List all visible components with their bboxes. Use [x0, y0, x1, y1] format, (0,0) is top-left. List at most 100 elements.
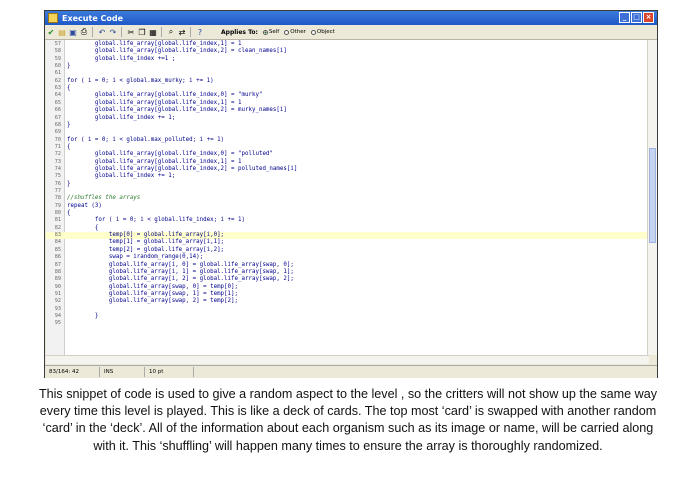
radio-indicator: [262, 29, 268, 35]
line-number: 77: [54, 188, 61, 194]
code-line[interactable]: 67 global.life_index += 1;: [46, 115, 649, 122]
code-line[interactable]: 73 global.life_array[global.life_index,1…: [46, 159, 649, 166]
code-line[interactable]: 59 global.life_index +=1 ;: [46, 56, 649, 63]
code-line[interactable]: 83 temp[0] = global.life_array[i,0];: [46, 232, 649, 240]
code-line[interactable]: 69: [46, 129, 649, 136]
code-line[interactable]: 71 {: [46, 144, 649, 151]
line-code: {: [67, 224, 99, 231]
radio-label: Object: [316, 29, 335, 35]
code-line[interactable]: 70 for ( i = 0; i < global.max_polluted; …: [46, 137, 649, 144]
redo-icon[interactable]: ↷: [108, 27, 118, 37]
line-code: temp[1] = global.life_array[i,1];: [67, 239, 225, 246]
open-folder-icon[interactable]: ▤: [57, 27, 67, 37]
code-line[interactable]: 80 {: [46, 210, 649, 217]
code-line[interactable]: 94 }: [46, 313, 649, 320]
toolbar-separator: [121, 27, 122, 37]
line-number: 79: [54, 202, 61, 209]
line-number: 94: [54, 312, 61, 319]
code-line[interactable]: 66 global.life_array[global.life_index,2…: [46, 107, 649, 114]
code-line[interactable]: 57 global.life_array[global.life_index,1…: [46, 41, 649, 48]
insert-mode: INS: [100, 367, 145, 377]
scrollbar-thumb[interactable]: [649, 148, 656, 243]
line-number: 89: [54, 276, 61, 283]
code-line[interactable]: 90 global.life_array[swap, 0] = temp[0];: [46, 284, 649, 291]
radio-label: Other: [290, 29, 306, 35]
code-line[interactable]: 75 global.life_index += 1;: [46, 173, 649, 180]
code-line[interactable]: 74 global.life_array[global.life_index,2…: [46, 166, 649, 173]
vertical-scrollbar[interactable]: [647, 40, 657, 355]
code-line[interactable]: 85 temp[2] = global.life_array[i,2];: [46, 247, 649, 254]
code-line[interactable]: 79 repeat (3): [46, 203, 649, 210]
cut-icon[interactable]: ✂: [126, 27, 136, 37]
code-line[interactable]: 58 global.life_array[global.life_index,2…: [46, 48, 649, 55]
radio-indicator: [284, 29, 290, 35]
code-line[interactable]: 65 global.life_array[global.life_index,1…: [46, 100, 649, 107]
code-line[interactable]: 63 {: [46, 85, 649, 92]
code-line[interactable]: 92 global.life_array[swap, 2] = temp[2];: [46, 298, 649, 305]
window-controls: _ □ ×: [619, 12, 654, 23]
save-icon[interactable]: ▣: [68, 27, 78, 37]
code-line[interactable]: 91 global.life_array[swap, 1] = temp[1];: [46, 291, 649, 298]
minimize-button[interactable]: _: [619, 12, 630, 23]
code-line[interactable]: 62 for ( i = 0; i < global.max_murky; i +…: [46, 78, 649, 85]
line-number: 93: [54, 305, 61, 312]
toolbar-separator: [190, 27, 191, 37]
code-line[interactable]: 84 temp[1] = global.life_array[i,1];: [46, 239, 649, 246]
line-code: //shuffles the arrays: [67, 195, 141, 202]
applies-to-label: Applies To:: [221, 28, 258, 36]
line-number: 72: [54, 151, 61, 158]
line-number: 86: [54, 254, 61, 261]
print-icon[interactable]: ⎙: [79, 27, 89, 37]
help-icon[interactable]: ?: [195, 27, 205, 37]
code-line[interactable]: 64 global.life_array[global.life_index,0…: [46, 92, 649, 99]
code-line[interactable]: 60}: [46, 63, 649, 70]
find-icon[interactable]: ⌕: [166, 27, 176, 37]
code-line[interactable]: 95: [46, 320, 649, 327]
line-number: 67: [54, 114, 61, 121]
close-button[interactable]: ×: [643, 12, 654, 23]
undo-icon[interactable]: ↶: [97, 27, 107, 37]
title-bar: Execute Code _ □ ×: [45, 11, 657, 25]
code-line[interactable]: 78 //shuffles the arrays: [46, 195, 649, 202]
applies-self-radio[interactable]: Self: [262, 29, 279, 35]
line-code: global.life_array[swap, 1] = temp[1];: [67, 290, 239, 297]
toolbar-separator: [92, 27, 93, 37]
line-code: for ( i = 0; i < global.max_murky; i += …: [67, 77, 214, 84]
line-number: 74: [54, 165, 61, 172]
code-line[interactable]: 82 {: [46, 225, 649, 232]
code-editor[interactable]: 57 global.life_array[global.life_index,1…: [46, 40, 649, 355]
replace-icon[interactable]: ⇄: [177, 27, 187, 37]
line-number: 95: [54, 320, 61, 327]
line-code: }: [67, 63, 71, 70]
line-code: global.life_array[global.life_index,2] =…: [67, 165, 298, 172]
code-line[interactable]: 68}: [46, 122, 649, 129]
code-line[interactable]: 77: [46, 188, 649, 195]
code-line[interactable]: 93: [46, 306, 649, 313]
line-number: 66: [54, 107, 61, 114]
line-code: global.life_index +=1 ;: [67, 55, 176, 62]
line-code: }: [67, 312, 99, 319]
line-code: global.life_array[i, 1] = global.life_ar…: [67, 268, 294, 275]
line-number: 58: [54, 48, 61, 55]
code-line[interactable]: 87 global.life_array[i, 0] = global.life…: [46, 262, 649, 269]
code-line[interactable]: 81 for ( i = 0; i < global.life_index; i…: [46, 217, 649, 224]
horizontal-scrollbar[interactable]: [46, 355, 649, 364]
line-number: 59: [54, 55, 61, 62]
maximize-button[interactable]: □: [631, 12, 642, 23]
code-line[interactable]: 88 global.life_array[i, 1] = global.life…: [46, 269, 649, 276]
line-code: global.life_array[i, 2] = global.life_ar…: [67, 276, 294, 283]
code-line[interactable]: 89 global.life_array[i, 2] = global.life…: [46, 276, 649, 283]
line-code: swap = irandom_range(0,14);: [67, 254, 204, 261]
code-line[interactable]: 61: [46, 70, 649, 77]
applies-object-radio[interactable]: Object: [310, 29, 335, 35]
code-line[interactable]: 86 swap = irandom_range(0,14);: [46, 254, 649, 261]
applies-other-radio[interactable]: Other: [284, 29, 306, 35]
code-line[interactable]: 76}: [46, 181, 649, 188]
line-number: 57: [54, 41, 61, 47]
copy-icon[interactable]: ❐: [137, 27, 147, 37]
check-icon[interactable]: ✔: [46, 27, 56, 37]
paste-icon[interactable]: ▦: [148, 27, 158, 37]
code-line[interactable]: 72 global.life_array[global.life_index,0…: [46, 151, 649, 158]
line-number: 81: [54, 217, 61, 224]
line-number: 87: [54, 261, 61, 268]
